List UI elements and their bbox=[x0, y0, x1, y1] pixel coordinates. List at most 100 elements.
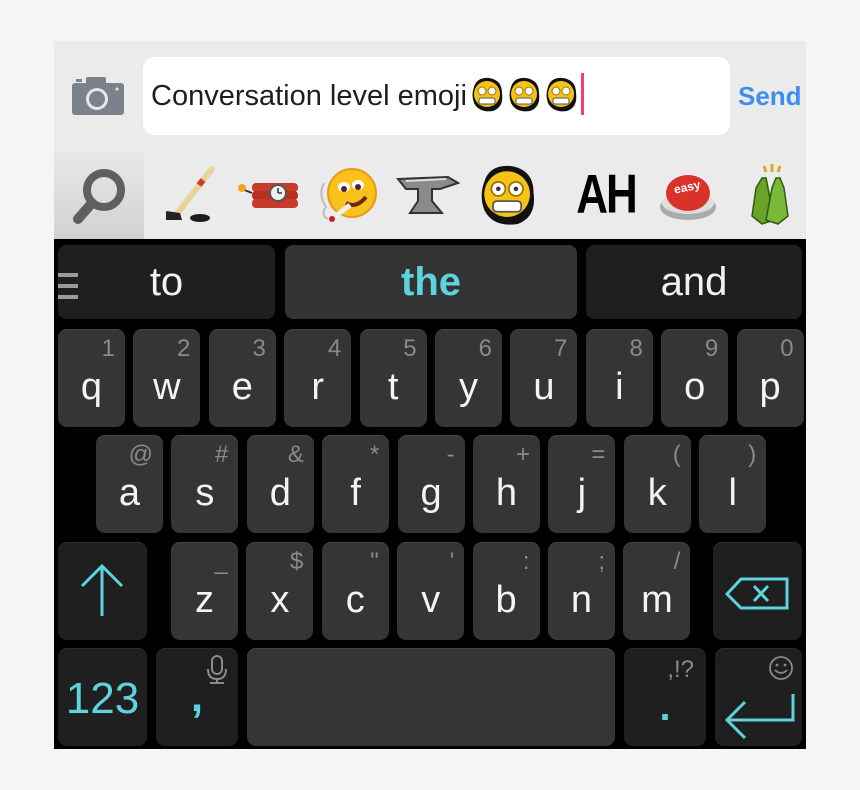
key-z[interactable]: _ z bbox=[171, 542, 238, 640]
key-hint: 2 bbox=[177, 335, 191, 362]
enter-icon bbox=[724, 694, 795, 740]
key-hint: ( bbox=[672, 441, 681, 468]
key-i[interactable]: 8i bbox=[585, 329, 653, 427]
suggestion-the[interactable]: the bbox=[285, 245, 577, 319]
shift-arrow-icon bbox=[80, 563, 124, 616]
comma-key-label: , bbox=[190, 672, 204, 721]
key-y[interactable]: 6y bbox=[435, 329, 502, 427]
key-label: s bbox=[195, 472, 215, 514]
key-k[interactable]: (k bbox=[623, 435, 691, 533]
emoji-ah[interactable]: AH bbox=[566, 140, 646, 250]
emoji-easy-button[interactable]: easy bbox=[648, 151, 728, 239]
key-g[interactable]: -g bbox=[397, 435, 465, 533]
easy-button-icon: easy bbox=[660, 175, 716, 220]
emoji-search-button[interactable] bbox=[54, 151, 144, 239]
key-d[interactable]: & d bbox=[246, 435, 314, 533]
key-t[interactable]: 5t bbox=[359, 329, 427, 427]
key-a[interactable]: @ a bbox=[96, 435, 163, 533]
key-e[interactable]: 3e bbox=[208, 329, 276, 427]
app-frame: Conversation level emoji Send AH easy to… bbox=[54, 41, 806, 749]
key-label: h bbox=[495, 472, 518, 514]
smoking-face-icon bbox=[320, 168, 377, 222]
shift-key[interactable] bbox=[58, 542, 147, 640]
key-label: n bbox=[570, 579, 593, 621]
numbers-key[interactable]: 123 bbox=[58, 648, 147, 746]
period-key[interactable]: ,!? . bbox=[624, 648, 706, 746]
comma-key[interactable]: , bbox=[156, 648, 238, 746]
emoji-hockey-stick[interactable] bbox=[150, 151, 230, 239]
key-label: p bbox=[759, 366, 781, 408]
key-hint: 4 bbox=[327, 335, 342, 362]
send-button[interactable]: Send bbox=[738, 81, 802, 112]
key-l[interactable]: ) l bbox=[699, 435, 767, 533]
suggestion-label: and bbox=[660, 259, 728, 304]
key-label: w bbox=[153, 366, 181, 408]
key-hint: 3 bbox=[252, 335, 266, 362]
key-label: a bbox=[118, 472, 141, 514]
key-label: z bbox=[195, 579, 214, 621]
key-label: f bbox=[350, 472, 361, 514]
key-f[interactable]: * f bbox=[322, 435, 390, 533]
key-n[interactable]: ; n bbox=[548, 542, 615, 640]
key-hint: $ bbox=[290, 548, 304, 575]
key-hint: # bbox=[215, 441, 229, 468]
key-r[interactable]: 4r bbox=[284, 329, 352, 427]
key-u[interactable]: 7u bbox=[510, 329, 578, 427]
key-hint: : bbox=[522, 548, 530, 575]
key-label: e bbox=[231, 366, 253, 408]
key-v[interactable]: ' v bbox=[397, 542, 465, 640]
camera-icon bbox=[72, 77, 124, 115]
key-hint: / bbox=[673, 548, 681, 575]
anvil-icon bbox=[396, 175, 460, 214]
key-o[interactable]: 9o bbox=[661, 329, 729, 427]
emoji-anvil[interactable] bbox=[388, 151, 468, 239]
key-hint: 9 bbox=[704, 335, 719, 362]
key-s[interactable]: # s bbox=[171, 435, 239, 533]
enter-key[interactable] bbox=[715, 648, 802, 746]
keyboard: to the and 1q2w3e4r5t6y7u8i9o0p @ a # s & d * f… bbox=[54, 240, 806, 749]
nerd-face-emoji bbox=[471, 77, 504, 112]
emoji-dynamite[interactable] bbox=[228, 151, 308, 239]
key-label: o bbox=[684, 366, 706, 408]
key-m[interactable]: / m bbox=[623, 542, 691, 640]
key-x[interactable]: $ x bbox=[246, 542, 314, 640]
key-label: y bbox=[459, 366, 478, 408]
key-b[interactable]: :b bbox=[472, 542, 540, 640]
message-input[interactable]: Conversation level emoji bbox=[143, 57, 730, 135]
emoji-smoking-face[interactable] bbox=[308, 151, 388, 239]
nerd-face-icon bbox=[481, 165, 535, 225]
key-label: c bbox=[345, 579, 365, 621]
key-hint: ' bbox=[449, 548, 455, 575]
key-w[interactable]: 2w bbox=[133, 329, 201, 427]
key-h[interactable]: + h bbox=[473, 435, 540, 533]
backspace-key[interactable] bbox=[713, 542, 802, 640]
key-hint: " bbox=[370, 548, 379, 575]
key-hint: 1 bbox=[101, 335, 115, 362]
menu-icon[interactable] bbox=[58, 273, 78, 301]
key-label: d bbox=[269, 472, 291, 514]
key-label: b bbox=[495, 579, 517, 621]
suggestion-to[interactable]: to bbox=[58, 245, 275, 319]
message-input-text: Conversation level emoji bbox=[151, 79, 467, 112]
camera-button[interactable] bbox=[72, 77, 124, 115]
key-c[interactable]: " c bbox=[321, 542, 389, 640]
key-label: k bbox=[647, 472, 667, 514]
key-q[interactable]: 1q bbox=[58, 329, 125, 427]
compose-bar: Conversation level emoji Send bbox=[54, 41, 806, 151]
key-hint: = bbox=[591, 441, 606, 468]
suggestion-and[interactable]: and bbox=[586, 245, 802, 319]
key-hint: ; bbox=[598, 548, 605, 575]
suggestion-label: the bbox=[401, 259, 461, 304]
beer-cheers-icon bbox=[751, 164, 789, 225]
key-hint: - bbox=[446, 441, 455, 468]
suggestion-label: to bbox=[149, 259, 184, 304]
space-key[interactable] bbox=[247, 648, 615, 746]
numbers-key-label: 123 bbox=[65, 674, 140, 723]
emoji-strip: AH easy bbox=[54, 151, 806, 239]
key-p[interactable]: 0p bbox=[736, 329, 804, 427]
key-j[interactable]: = j bbox=[548, 435, 616, 533]
nerd-face-emoji bbox=[545, 77, 578, 112]
key-hint: 8 bbox=[629, 335, 643, 362]
emoji-nerd-face[interactable] bbox=[468, 151, 548, 239]
emoji-beer-cheers[interactable] bbox=[730, 151, 806, 239]
